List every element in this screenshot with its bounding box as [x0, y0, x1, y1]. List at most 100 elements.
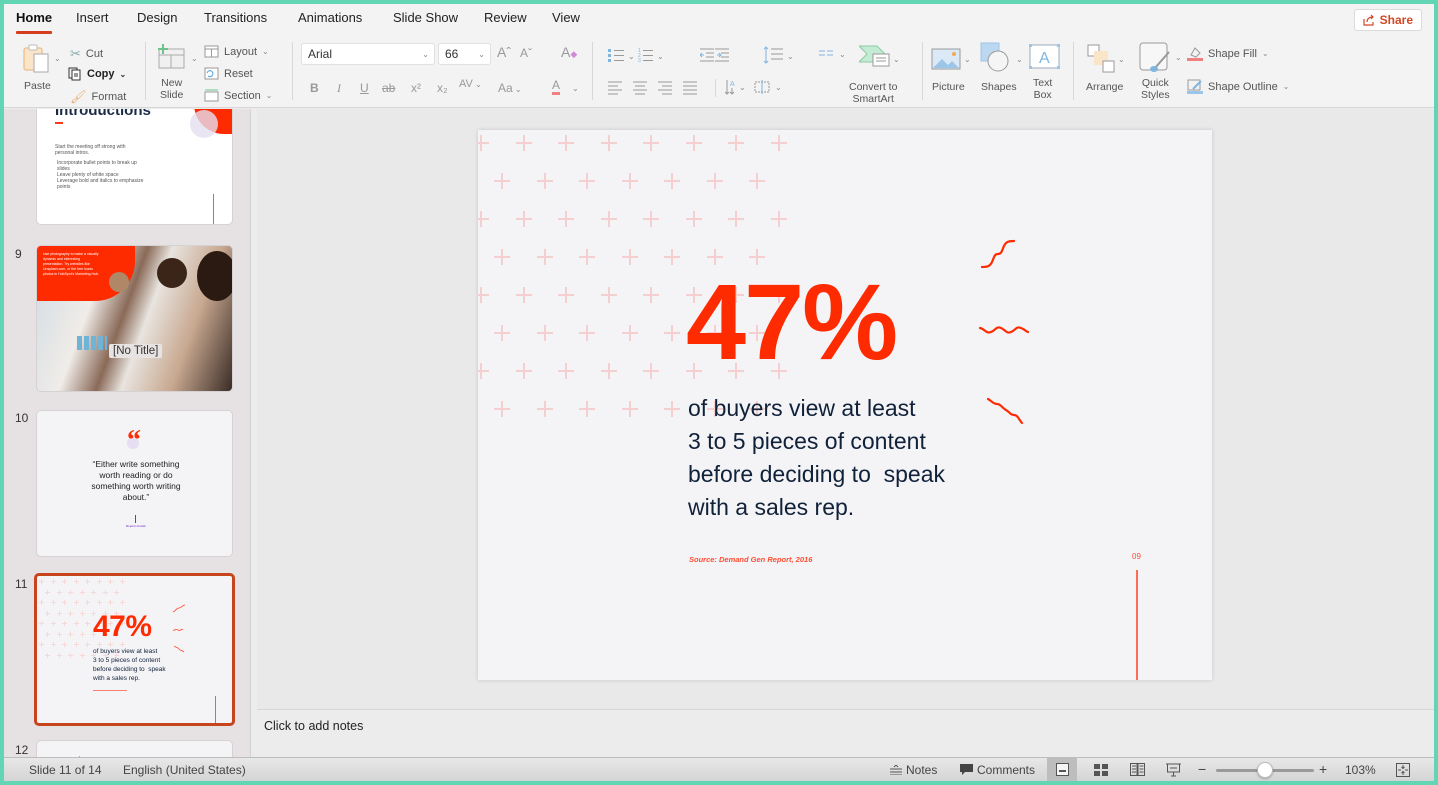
paste-chevron-icon[interactable]: ⌄: [54, 54, 61, 63]
text-direction-align-icons[interactable]: A ⌄ ⌄: [725, 78, 795, 96]
cut-button[interactable]: ✂ Cut: [70, 46, 103, 62]
language-indicator[interactable]: English (United States): [123, 763, 246, 777]
thumb-plus-mark: [68, 652, 73, 658]
slide-thumbnail-panel[interactable]: Introductions Start the meeting off stro…: [4, 109, 251, 757]
font-name-dropdown[interactable]: Arial ⌄: [301, 43, 435, 65]
plus-mark: [536, 249, 553, 265]
section-button[interactable]: Section ⌄: [204, 89, 272, 102]
plus-mark: [478, 363, 489, 379]
statistic-description[interactable]: of buyers view at least 3 to 5 pieces of…: [688, 392, 945, 524]
tab-insert[interactable]: Insert: [76, 10, 109, 25]
tab-home[interactable]: Home: [16, 10, 53, 34]
svg-text:⌄: ⌄: [787, 52, 794, 61]
notes-toggle[interactable]: Notes: [890, 763, 937, 777]
tab-view[interactable]: View: [552, 10, 580, 25]
change-case-button[interactable]: Aa ⌄: [498, 81, 522, 95]
font-color-button[interactable]: A: [552, 79, 561, 95]
statistic-headline[interactable]: 47%: [686, 268, 898, 376]
current-slide[interactable]: 47% of buyers view at least 3 to 5 piece…: [478, 130, 1212, 680]
subscript-button[interactable]: x₂: [437, 81, 448, 95]
plus-mark: [494, 249, 510, 265]
notes-placeholder[interactable]: Click to add notes: [264, 719, 363, 733]
plus-mark: [579, 173, 595, 189]
reading-view-icon[interactable]: [1130, 763, 1145, 776]
shape-fill-button[interactable]: Shape Fill ⌄: [1187, 46, 1269, 61]
squiggle-bottom: [986, 397, 1024, 425]
thumb-plus-mark: [96, 600, 102, 605]
clear-formatting-icon[interactable]: A◆: [561, 44, 577, 60]
share-button[interactable]: Share: [1353, 9, 1422, 31]
tab-review[interactable]: Review: [484, 10, 527, 25]
plus-mark: [749, 173, 765, 189]
character-spacing-button[interactable]: AV ⌄: [459, 78, 482, 90]
tab-slide-show[interactable]: Slide Show: [393, 10, 458, 25]
decrease-font-size-icon[interactable]: Aˇ: [520, 46, 532, 60]
thumb-plus-mark: [45, 631, 50, 637]
slide-thumbnail-8[interactable]: Introductions Start the meeting off stro…: [36, 109, 233, 225]
slide-thumbnail-10[interactable]: “ “Either write something worth reading …: [36, 410, 233, 557]
indent-icons[interactable]: [700, 48, 738, 62]
scissors-icon: ✂: [70, 46, 81, 61]
zoom-slider-handle[interactable]: [1257, 762, 1273, 778]
thumb-plus-mark: [79, 652, 85, 658]
comment-icon: [960, 764, 973, 775]
zoom-out-button[interactable]: −: [1198, 761, 1206, 777]
increase-font-size-icon[interactable]: Aˆ: [497, 44, 511, 60]
zoom-in-button[interactable]: +: [1319, 761, 1327, 777]
slide-editing-area[interactable]: 47% of buyers view at least 3 to 5 piece…: [257, 109, 1434, 709]
italic-button[interactable]: I: [337, 81, 341, 96]
notes-pane[interactable]: Click to add notes: [257, 709, 1434, 757]
layout-icon: [204, 45, 219, 58]
reset-button[interactable]: Reset: [204, 67, 253, 80]
thumb-plus-mark: [119, 579, 125, 584]
layout-button[interactable]: Layout ⌄: [204, 45, 269, 58]
slide-page-number: 09: [1132, 552, 1141, 561]
slide-thumbnail-12[interactable]: [36, 740, 233, 757]
thumb-plus-mark: [45, 589, 50, 595]
strikethrough-button[interactable]: ab: [382, 81, 395, 95]
pen-outline-icon: [1187, 79, 1203, 94]
font-color-chevron-icon[interactable]: ⌄: [572, 84, 579, 93]
plus-mark: [664, 173, 680, 189]
text-box-label: Text Box: [1033, 77, 1053, 101]
tab-transitions[interactable]: Transitions: [204, 10, 267, 25]
plus-mark: [685, 211, 702, 227]
zoom-level[interactable]: 103%: [1345, 763, 1376, 777]
slide-number-9: 9: [15, 247, 22, 261]
cut-label: Cut: [85, 48, 104, 60]
line-spacing-icon[interactable]: ⌄: [763, 46, 797, 64]
thumb-plus-mark: [62, 600, 67, 605]
fit-to-window-icon[interactable]: [1396, 763, 1410, 777]
plus-mark: [558, 135, 574, 151]
shape-outline-button[interactable]: Shape Outline ⌄: [1187, 79, 1289, 94]
plus-mark: [515, 135, 532, 151]
format-painter-button[interactable]: 🖌 Format: [70, 89, 126, 105]
slide-show-view-icon[interactable]: [1166, 763, 1181, 777]
alignment-icons[interactable]: [608, 81, 704, 95]
columns-icon[interactable]: ⌄: [819, 48, 849, 60]
slide-sorter-view-icon[interactable]: [1094, 764, 1108, 776]
underline-button[interactable]: U: [360, 81, 369, 95]
superscript-button[interactable]: x²: [411, 81, 421, 95]
plus-mark: [579, 401, 595, 417]
comments-toggle[interactable]: Comments: [960, 763, 1035, 777]
slide-position: Slide 11 of 14: [29, 763, 102, 777]
thumb-10-attribution: Benjamin Franklin: [125, 525, 146, 528]
tab-animations[interactable]: Animations: [298, 10, 362, 25]
plus-mark: [558, 363, 574, 379]
new-slide-chevron-icon[interactable]: ⌄: [191, 54, 198, 63]
tab-design[interactable]: Design: [137, 10, 177, 25]
slide-thumbnail-9[interactable]: Use photography to make a visually dynam…: [36, 245, 233, 392]
normal-view-button[interactable]: [1047, 758, 1077, 781]
font-size-dropdown[interactable]: 66 ⌄: [438, 43, 491, 65]
plus-mark: [664, 249, 680, 265]
plus-mark: [621, 325, 638, 341]
slide-thumbnail-11[interactable]: 47% of buyers view at least 3 to 5 piece…: [34, 573, 235, 726]
copy-button[interactable]: Copy ⌄: [68, 67, 126, 81]
thumb-plus-mark: [68, 589, 73, 595]
bold-button[interactable]: B: [310, 81, 319, 95]
thumb-plus-mark: [79, 631, 85, 637]
bullets-icon[interactable]: ⌄123 ⌄: [608, 48, 668, 62]
section-icon: [204, 89, 219, 102]
source-citation[interactable]: Source: Demand Gen Report, 2016: [689, 555, 812, 564]
